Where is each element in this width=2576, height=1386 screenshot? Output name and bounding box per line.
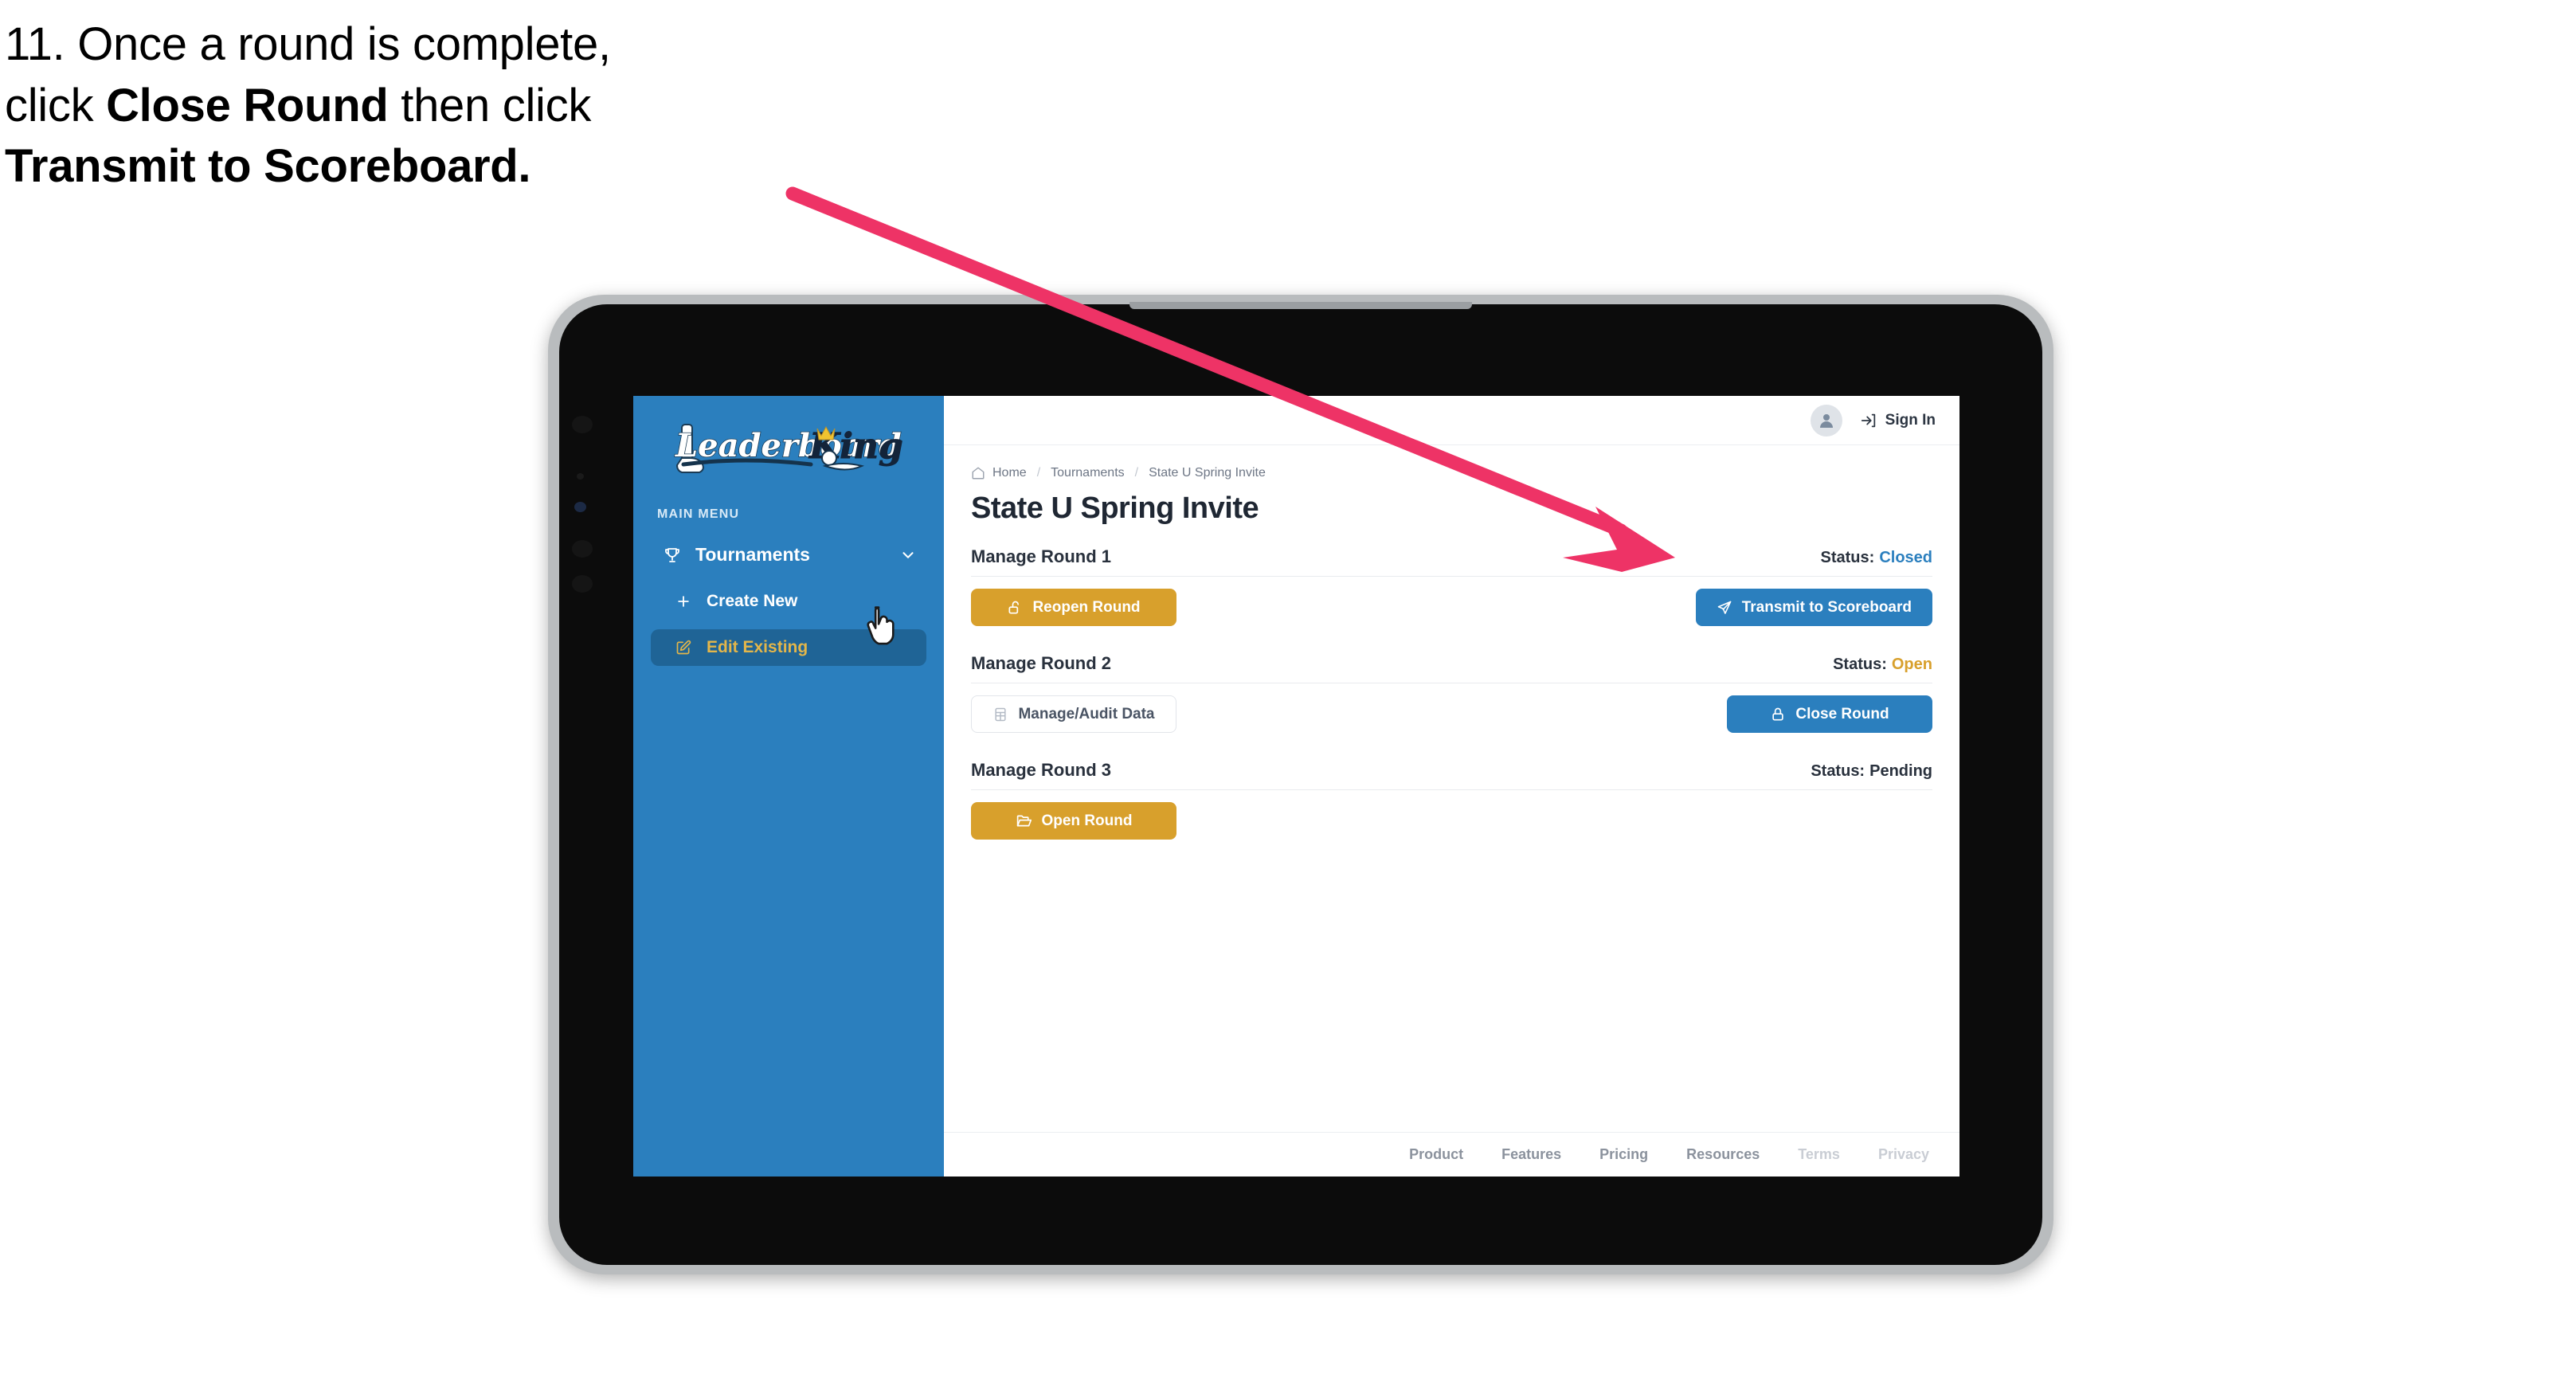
lock-icon [1770,707,1786,722]
leaderboard-king-logo-icon: Leaderboard King [674,424,903,473]
close-round-label: Close Round [1795,705,1889,722]
sidebar-item-tournaments-label: Tournaments [695,544,810,565]
breadcrumb-item-home[interactable]: Home [992,466,1027,480]
transmit-to-scoreboard-label: Transmit to Scoreboard [1741,598,1912,616]
app-logo: Leaderboard King [633,418,944,487]
open-folder-icon [1016,812,1032,829]
round-1-status-value: Closed [1879,549,1932,566]
caption-line-2: click Close Round then click [5,76,881,137]
caption-line-2-prefix: click [5,79,107,131]
pencil-square-icon [673,640,694,656]
breadcrumb-item-current: State U Spring Invite [1149,466,1266,480]
sidebar-section-label: MAIN MENU [657,507,740,521]
round-block-2: Manage Round 2 Status: Open Manage/Audit… [971,653,1932,733]
manage-audit-data-button[interactable]: Manage/Audit Data [971,695,1176,733]
user-avatar-icon [1819,413,1833,428]
round-3-status-value: Pending [1869,762,1932,780]
sidebar: Leaderboard King MAIN MENU Tournaments C… [633,396,944,1177]
round-block-3: Manage Round 3 Status: Pending Open Roun… [971,760,1932,840]
footer-link-terms[interactable]: Terms [1798,1146,1840,1163]
app-screen: Leaderboard King MAIN MENU Tournaments C… [633,396,1959,1177]
sidebar-item-tournaments[interactable]: Tournaments [651,536,926,574]
trophy-icon [660,546,684,565]
round-2-title: Manage Round 2 [971,653,1112,673]
home-icon[interactable] [971,466,985,480]
chevron-down-icon[interactable] [899,546,917,564]
instruction-caption: 11. Once a round is complete, click Clos… [5,14,881,198]
avatar[interactable] [1810,404,1842,437]
breadcrumb: Home / Tournaments / State U Spring Invi… [971,466,1932,480]
reopen-round-button[interactable]: Reopen Round [971,589,1176,626]
sidebar-item-edit-existing[interactable]: Edit Existing [651,629,926,666]
caption-line-1: 11. Once a round is complete, [5,18,611,70]
round-2-status-label: Status: [1833,656,1887,673]
round-2-actions: Manage/Audit Data Close Round [971,695,1932,733]
round-2-header: Manage Round 2 Status: Open [971,653,1932,683]
round-1-status: Status: Closed [1821,549,1932,567]
bezel-button-icon [572,540,593,558]
tablet-top-speaker [1129,302,1472,309]
round-3-status-label: Status: [1811,762,1865,780]
round-1-title: Manage Round 1 [971,546,1112,566]
transmit-to-scoreboard-button[interactable]: Transmit to Scoreboard [1695,589,1932,626]
round-2-status: Status: Open [1833,656,1932,674]
bezel-camera-icon [574,502,586,512]
sidebar-item-edit-existing-label: Edit Existing [707,638,808,656]
bezel-pinhole-icon [577,473,584,480]
footer-link-resources[interactable]: Resources [1686,1146,1760,1163]
caption-line-3: Transmit to Scoreboard. [5,140,531,193]
manage-audit-data-label: Manage/Audit Data [1018,705,1155,722]
footer: Product Features Pricing Resources Terms… [944,1132,1959,1177]
breadcrumb-separator: / [1036,466,1041,480]
paper-plane-icon [1717,600,1732,616]
footer-link-features[interactable]: Features [1501,1146,1561,1163]
table-grid-icon [992,707,1008,722]
round-2-status-value: Open [1891,656,1932,673]
round-1-actions: Reopen Round Transmit to Scoreboard [971,589,1932,626]
round-3-header: Manage Round 3 Status: Pending [971,760,1932,790]
bezel-button-2-icon [572,575,593,593]
round-3-status: Status: Pending [1811,762,1932,781]
round-block-1: Manage Round 1 Status: Closed Reopen Rou… [971,546,1932,626]
reopen-round-label: Reopen Round [1032,598,1141,616]
top-bar: Sign In [944,396,1959,445]
footer-link-product[interactable]: Product [1409,1146,1463,1163]
main-panel: Sign In Home / Tournaments / State U Spr… [944,396,1959,1177]
sign-in-button[interactable]: Sign In [1860,412,1936,429]
content-area: Home / Tournaments / State U Spring Invi… [944,445,1959,1132]
caption-line-2-suffix: then click [388,79,592,131]
open-round-label: Open Round [1041,812,1133,829]
sign-in-label: Sign In [1885,411,1936,429]
sidebar-item-create-new[interactable]: Create New [651,583,926,620]
open-round-button[interactable]: Open Round [971,802,1176,840]
unlock-icon [1007,600,1023,616]
page-title: State U Spring Invite [971,491,1259,525]
round-3-title: Manage Round 3 [971,760,1112,780]
plus-icon [673,593,694,609]
breadcrumb-item-tournaments[interactable]: Tournaments [1051,466,1125,480]
bezel-port-icon [572,416,593,433]
footer-link-pricing[interactable]: Pricing [1599,1146,1648,1163]
sign-in-arrow-icon [1860,412,1877,429]
round-3-actions: Open Round [971,802,1932,840]
round-1-header: Manage Round 1 Status: Closed [971,546,1932,577]
close-round-button[interactable]: Close Round [1727,695,1932,733]
caption-line-2-bold: Close Round [106,79,389,131]
sidebar-item-create-new-label: Create New [707,592,798,610]
breadcrumb-separator-2: / [1134,466,1139,480]
round-1-status-label: Status: [1820,549,1875,566]
footer-link-privacy[interactable]: Privacy [1878,1146,1929,1163]
